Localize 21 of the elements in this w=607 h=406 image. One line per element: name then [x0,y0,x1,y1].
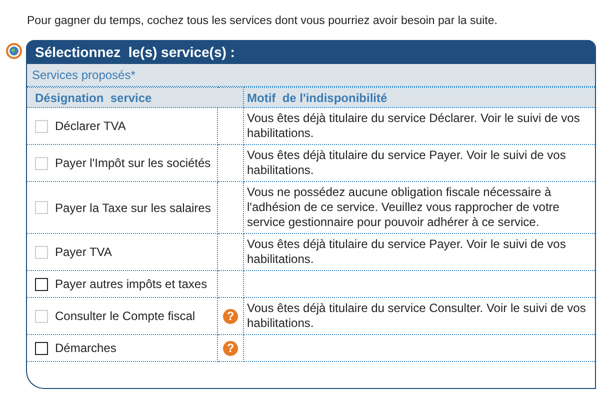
service-label: Déclarer TVA [55,119,126,133]
globe-icon [6,43,22,59]
section-heading: Services proposés* [27,64,595,87]
service-label: Démarches [55,341,116,355]
panel-title: Sélectionnez le(s) service(s) : [27,40,595,64]
reason-text: Vous ne possédez aucune obligation fiscale nécessaire à l'adhésion de ce service. Veuillez vous rapprocher de votre service gestionnaire pour pouvoir adhérer à ce service. [247,185,560,230]
checkbox[interactable] [35,278,48,290]
checkbox[interactable] [35,342,48,354]
service-label: Payer TVA [55,245,112,259]
help-icon[interactable]: ? [223,340,238,356]
service-label: Payer l'Impôt sur les sociétés [55,156,211,170]
service-label: Payer autres impôts et taxes [55,277,208,291]
column-header: Motif de l'indisponibilité [244,88,595,108]
reason-text: Vous êtes déjà titulaire du service Consulter. Voir le suivi de vos habilitations. [247,301,587,331]
intro-text: Pour gagner du temps, cochez tous les services dont vous pourriez avoir besoin par la suite. [27,14,498,29]
service-label: Payer la Taxe sur les salaires [55,200,211,214]
reason-text: Vous êtes déjà titulaire du service Payer. Voir le suivi de vos habilitations. [247,237,567,267]
service-label: Consulter le Compte fiscal [55,309,196,323]
reason-text: Vous êtes déjà titulaire du service Payer. Voir le suivi de vos habilitations. [247,148,567,178]
reason-text: Vous êtes déjà titulaire du service Déclarer. Voir le suivi de vos habilitations. [247,111,581,141]
column-header: Désignation service [27,88,244,108]
